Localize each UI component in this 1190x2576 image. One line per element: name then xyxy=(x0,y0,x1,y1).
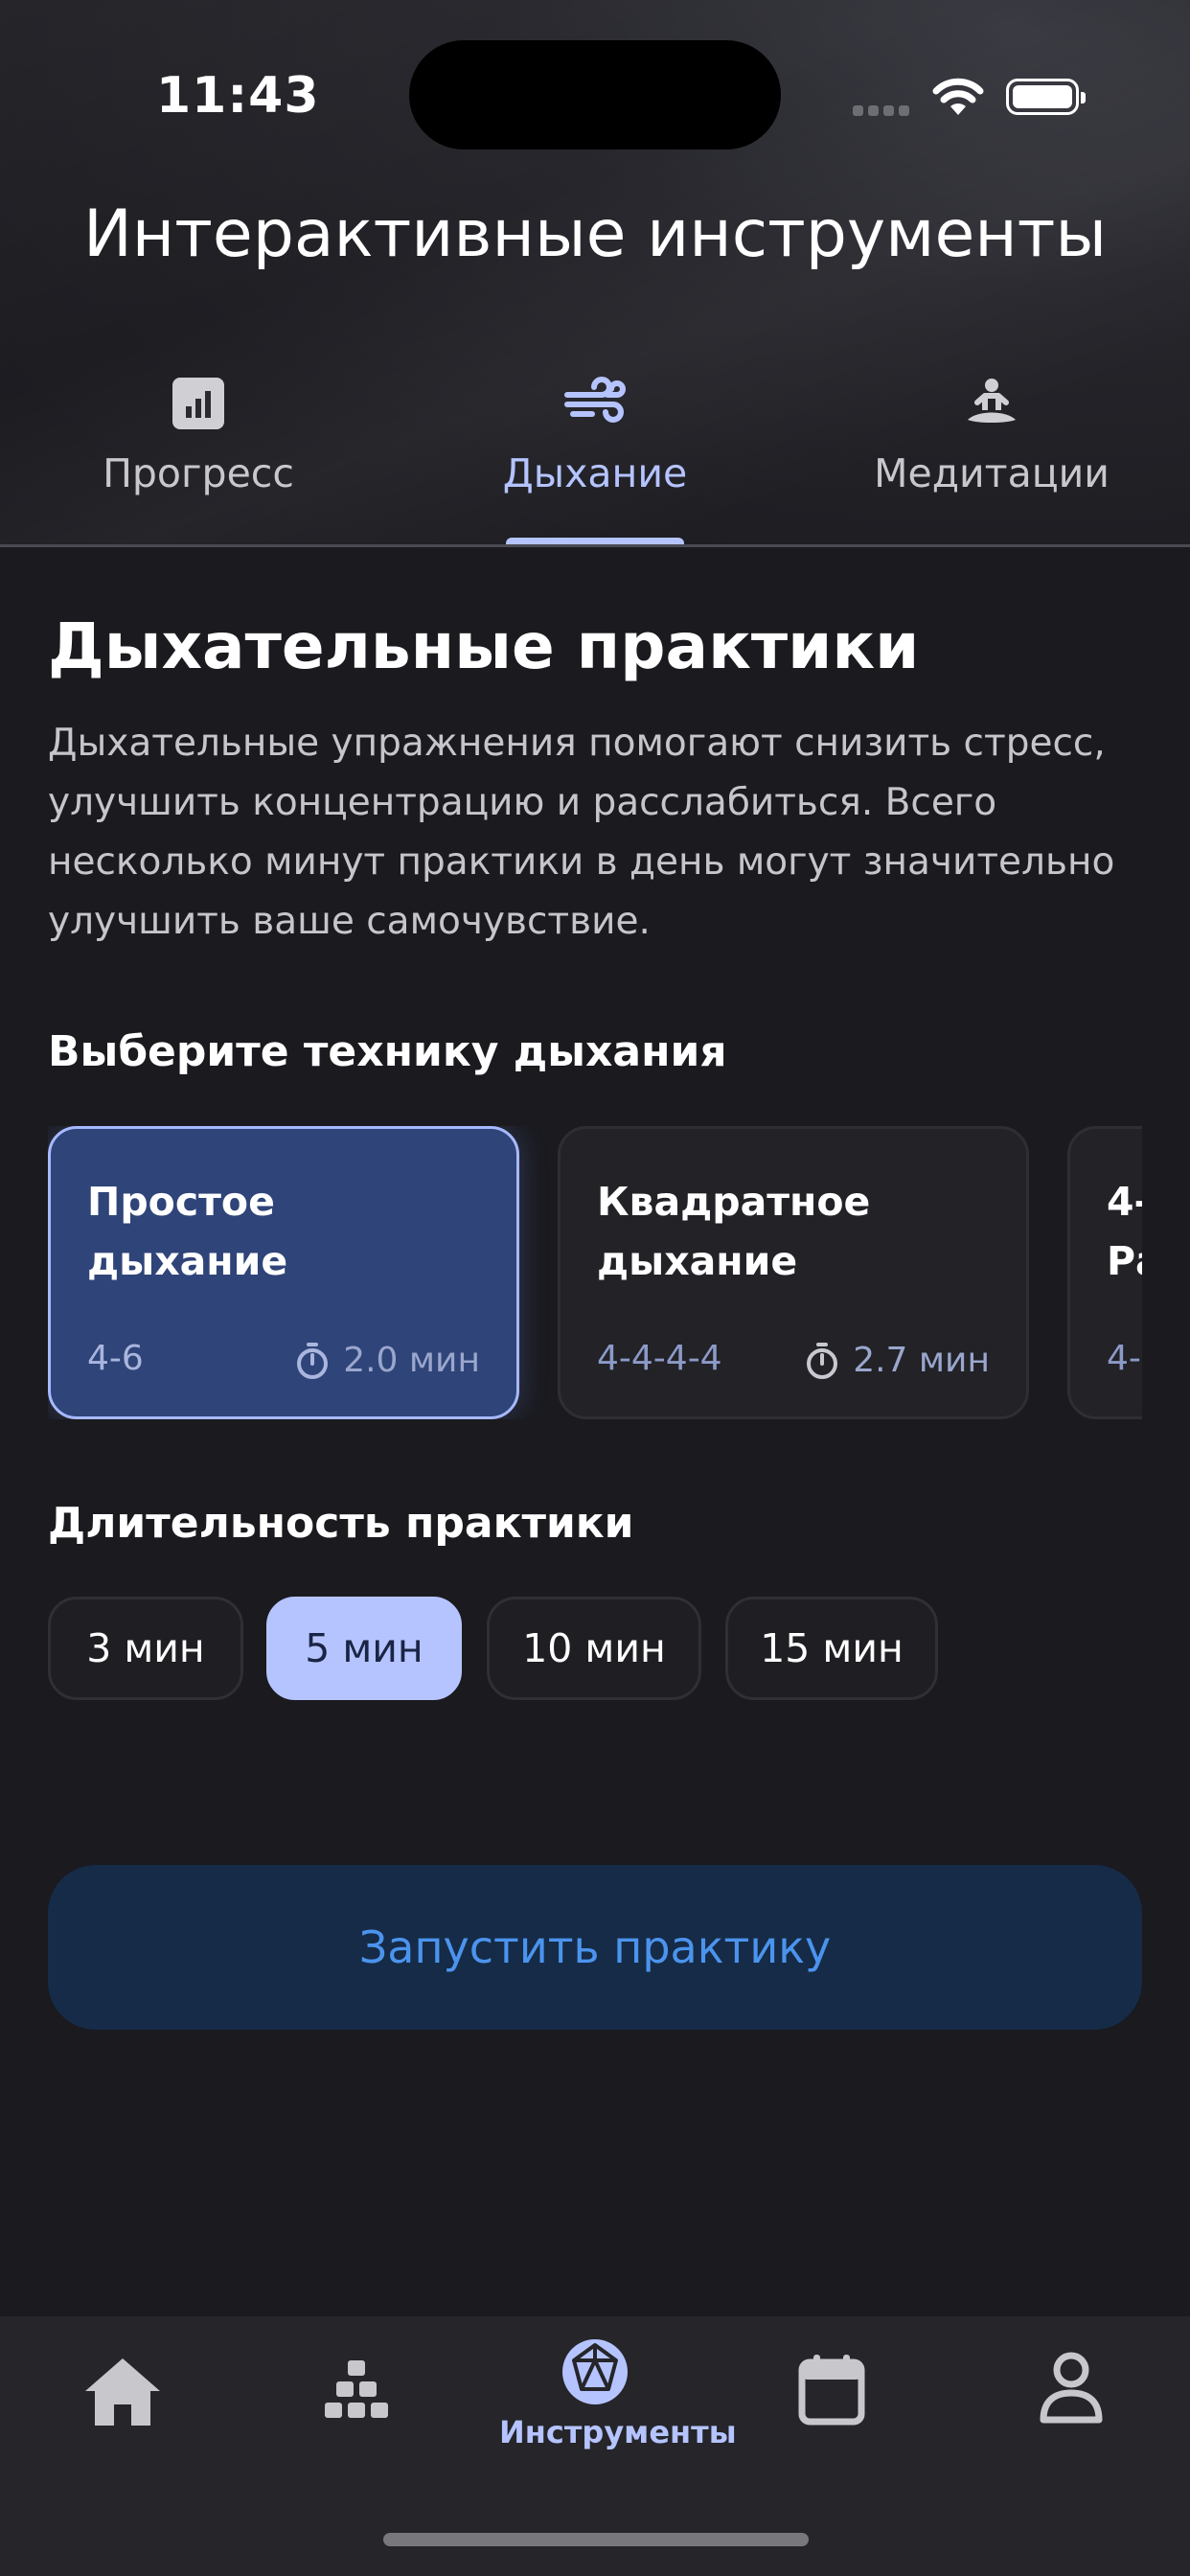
battery-icon xyxy=(1006,79,1086,115)
technique-heading: Выберите технику дыхания xyxy=(48,1027,727,1076)
section-title: Дыхательные практики xyxy=(48,610,920,683)
nav-tools[interactable]: Инструменты xyxy=(499,2316,737,2508)
tab-bar: Прогресс Дыхание Медитации xyxy=(0,374,1190,546)
bar-chart-icon xyxy=(55,374,342,433)
blocks-icon xyxy=(325,2360,388,2418)
tab-label: Прогресс xyxy=(103,450,294,496)
technique-name: 4-7-8 Расслабление xyxy=(1107,1179,1142,1284)
meditation-icon xyxy=(848,374,1135,433)
timer-icon xyxy=(297,1342,329,1379)
home-indicator xyxy=(383,2533,809,2546)
technique-card-simple[interactable]: Простое дыхание 4-6 2.0 мин xyxy=(48,1126,519,1419)
tab-breathing[interactable]: Дыхание xyxy=(451,374,739,546)
tab-divider xyxy=(0,544,1190,547)
tab-label: Дыхание xyxy=(502,450,688,496)
duration-heading: Длительность практики xyxy=(48,1499,634,1548)
technique-name: Простое дыхание xyxy=(87,1179,288,1284)
technique-pattern: 4-4-4-4 xyxy=(597,1339,722,1378)
status-time: 11:43 xyxy=(156,67,320,125)
technique-name: Квадратное дыхание xyxy=(597,1179,871,1284)
technique-card-square[interactable]: Квадратное дыхание 4-4-4-4 2.7 мин xyxy=(558,1126,1029,1419)
technique-pattern: 4-6 xyxy=(87,1339,144,1378)
duration-chip-15[interactable]: 15 мин xyxy=(725,1597,938,1700)
tab-meditations[interactable]: Медитации xyxy=(848,374,1135,546)
technique-carousel[interactable]: Простое дыхание 4-6 2.0 мин Квадратное д… xyxy=(48,1126,1142,1419)
technique-duration: 2.7 мин xyxy=(805,1341,990,1380)
page-title: Интерактивные инструменты xyxy=(82,196,1108,272)
tab-label: Медитации xyxy=(874,450,1110,496)
wifi-icon xyxy=(931,75,985,121)
start-practice-button[interactable]: Запустить практику xyxy=(48,1865,1142,2030)
nav-profile[interactable] xyxy=(975,2316,1167,2508)
technique-pattern: 4-7-8 xyxy=(1107,1339,1142,1378)
technique-duration-text: 2.0 мин xyxy=(343,1341,480,1380)
dynamic-island xyxy=(409,40,781,150)
duration-chip-3[interactable]: 3 мин xyxy=(48,1597,243,1700)
technique-card-478[interactable]: 4-7-8 Расслабление 4-7-8 xyxy=(1067,1126,1142,1419)
nav-label: Инструменты xyxy=(499,2414,737,2450)
technique-duration: 2.0 мин xyxy=(295,1341,480,1380)
section-description: Дыхательные упражнения помогают снизить … xyxy=(48,722,1115,943)
cellular-signal-icon xyxy=(853,102,914,120)
duration-chip-5[interactable]: 5 мин xyxy=(266,1597,462,1700)
status-bar: 11:43 xyxy=(0,0,1190,192)
home-icon xyxy=(85,2358,160,2426)
tools-icon xyxy=(562,2339,628,2404)
profile-icon xyxy=(1040,2352,1103,2424)
tab-progress[interactable]: Прогресс xyxy=(55,374,342,546)
calendar-icon xyxy=(798,2355,865,2426)
timer-icon xyxy=(807,1342,838,1379)
nav-calendar[interactable] xyxy=(736,2316,927,2508)
wind-icon xyxy=(451,374,739,433)
duration-chip-10[interactable]: 10 мин xyxy=(487,1597,701,1700)
technique-duration-text: 2.7 мин xyxy=(853,1341,990,1380)
nav-blocks[interactable] xyxy=(261,2316,452,2508)
nav-home[interactable] xyxy=(27,2316,218,2508)
